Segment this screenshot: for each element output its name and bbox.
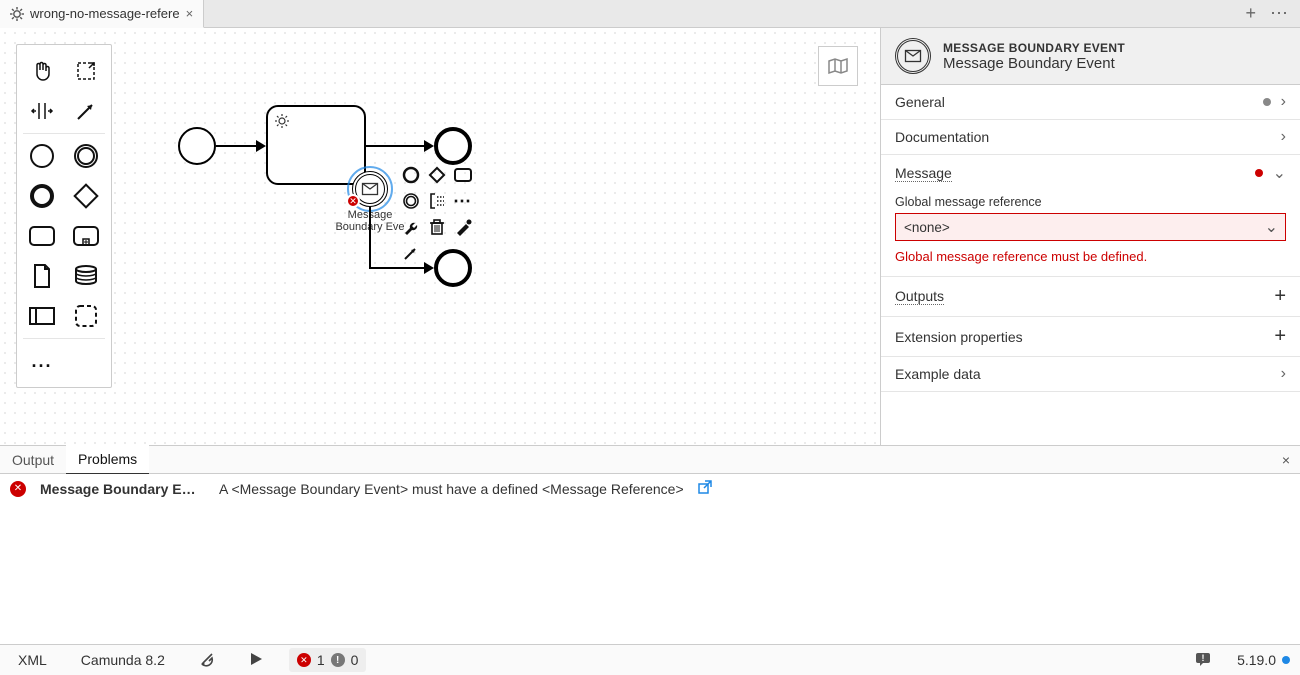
message-reference-select[interactable]: <none> bbox=[895, 213, 1286, 241]
plus-icon[interactable]: + bbox=[1274, 325, 1286, 348]
replace-icon[interactable]: ⋯ bbox=[452, 190, 474, 212]
chevron-right-icon: › bbox=[1281, 93, 1286, 111]
service-task-node[interactable] bbox=[266, 105, 366, 185]
element-name-label: Message Boundary Event bbox=[943, 55, 1125, 72]
warning-icon: ! bbox=[331, 653, 345, 667]
run-button[interactable] bbox=[241, 648, 271, 673]
status-bar: XML Camunda 8.2 ✕ 1 ! 0 ! 5.19.0 bbox=[0, 644, 1300, 675]
plus-icon[interactable]: + bbox=[1274, 285, 1286, 308]
gear-icon bbox=[274, 113, 290, 129]
append-intermediate-icon[interactable] bbox=[400, 190, 422, 212]
tab-more-button[interactable]: ⋯ bbox=[1270, 3, 1288, 24]
section-message-header[interactable]: Message ⌄ bbox=[881, 155, 1300, 191]
file-tab[interactable]: wrong-no-message-refere × bbox=[0, 0, 204, 28]
color-icon[interactable] bbox=[452, 216, 474, 238]
subprocess-icon[interactable] bbox=[71, 221, 101, 251]
gear-icon bbox=[10, 7, 24, 21]
envelope-icon bbox=[362, 183, 378, 195]
sequence-flow[interactable] bbox=[366, 145, 426, 147]
section-outputs[interactable]: Outputs + bbox=[881, 277, 1300, 317]
chevron-right-icon: › bbox=[1281, 365, 1286, 383]
update-dot-icon bbox=[1282, 656, 1290, 664]
sequence-flow[interactable] bbox=[369, 207, 371, 269]
sequence-flow[interactable] bbox=[216, 145, 258, 147]
deploy-button[interactable] bbox=[191, 647, 223, 674]
element-type-icon bbox=[895, 38, 931, 74]
error-badge-icon bbox=[346, 194, 360, 208]
start-event-node[interactable] bbox=[178, 127, 216, 165]
problems-list: Message Boundary E… A <Message Boundary … bbox=[0, 474, 1300, 644]
connect-icon[interactable] bbox=[400, 242, 422, 264]
warning-count: 0 bbox=[351, 652, 359, 668]
external-link-icon[interactable] bbox=[698, 480, 712, 497]
space-tool-icon[interactable] bbox=[27, 96, 57, 126]
tab-problems[interactable]: Problems bbox=[66, 445, 149, 475]
data-object-icon[interactable] bbox=[27, 261, 57, 291]
tab-bar: wrong-no-message-refere × + ⋯ bbox=[0, 0, 1300, 28]
version-label[interactable]: 5.19.0 bbox=[1237, 652, 1290, 668]
group-icon[interactable] bbox=[71, 301, 101, 331]
append-task-icon[interactable] bbox=[452, 164, 474, 186]
indicator-dot-icon bbox=[1263, 98, 1271, 106]
close-icon[interactable]: × bbox=[1272, 452, 1300, 468]
section-example[interactable]: Example data › bbox=[881, 357, 1300, 392]
lasso-tool-icon[interactable] bbox=[71, 56, 101, 86]
sequence-flow[interactable] bbox=[369, 267, 426, 269]
chevron-down-icon: ⌄ bbox=[1273, 163, 1286, 183]
trash-icon[interactable] bbox=[426, 216, 448, 238]
file-tab-title: wrong-no-message-refere bbox=[30, 6, 180, 21]
error-dot-icon bbox=[1255, 169, 1263, 177]
tab-output[interactable]: Output bbox=[0, 446, 66, 474]
error-count: 1 bbox=[317, 652, 325, 668]
error-icon: ✕ bbox=[297, 653, 311, 667]
element-type-label: MESSAGE BOUNDARY EVENT bbox=[943, 41, 1125, 55]
properties-panel: MESSAGE BOUNDARY EVENT Message Boundary … bbox=[880, 28, 1300, 445]
validation-status[interactable]: ✕ 1 ! 0 bbox=[289, 648, 367, 672]
context-pad: ⋯ bbox=[400, 164, 474, 264]
gateway-icon[interactable] bbox=[71, 181, 101, 211]
end-event-node[interactable] bbox=[434, 127, 472, 165]
pool-icon[interactable] bbox=[27, 301, 57, 331]
end-event-icon[interactable] bbox=[27, 181, 57, 211]
close-icon[interactable]: × bbox=[186, 6, 194, 21]
engine-label[interactable]: Camunda 8.2 bbox=[73, 648, 173, 672]
section-message: Message ⌄ Global message reference <none… bbox=[881, 155, 1300, 277]
append-end-event-icon[interactable] bbox=[400, 164, 422, 186]
section-documentation[interactable]: Documentation › bbox=[881, 120, 1300, 155]
more-tools-icon[interactable]: ... bbox=[27, 346, 57, 376]
wrench-icon[interactable] bbox=[400, 216, 422, 238]
problem-location: Message Boundary E… bbox=[40, 481, 205, 497]
element-palette: ... bbox=[16, 44, 112, 388]
bottom-panel: Output Problems × Message Boundary E… A … bbox=[0, 445, 1300, 644]
error-icon bbox=[10, 481, 26, 497]
envelope-icon bbox=[905, 50, 921, 62]
diagram-canvas[interactable]: ... MessageBoundary Eve bbox=[0, 28, 880, 445]
section-general[interactable]: General › bbox=[881, 85, 1300, 120]
problem-row[interactable]: Message Boundary E… A <Message Boundary … bbox=[0, 474, 1300, 503]
properties-header: MESSAGE BOUNDARY EVENT Message Boundary … bbox=[881, 28, 1300, 85]
data-store-icon[interactable] bbox=[71, 261, 101, 291]
feedback-button[interactable]: ! bbox=[1187, 647, 1219, 674]
new-tab-button[interactable]: + bbox=[1245, 3, 1256, 24]
problem-message: A <Message Boundary Event> must have a d… bbox=[219, 481, 684, 497]
annotation-icon[interactable] bbox=[426, 190, 448, 212]
append-gateway-icon[interactable] bbox=[426, 164, 448, 186]
field-label: Global message reference bbox=[895, 195, 1286, 209]
connect-tool-icon[interactable] bbox=[71, 96, 101, 126]
hand-tool-icon[interactable] bbox=[27, 56, 57, 86]
chevron-right-icon: › bbox=[1281, 128, 1286, 146]
intermediate-event-icon[interactable] bbox=[71, 141, 101, 171]
xml-toggle[interactable]: XML bbox=[10, 648, 55, 672]
task-icon[interactable] bbox=[27, 221, 57, 251]
minimap-toggle[interactable] bbox=[818, 46, 858, 86]
field-error: Global message reference must be defined… bbox=[895, 249, 1286, 264]
start-event-icon[interactable] bbox=[27, 141, 57, 171]
bottom-tabs: Output Problems × bbox=[0, 446, 1300, 474]
svg-text:!: ! bbox=[1202, 653, 1205, 663]
section-extension[interactable]: Extension properties + bbox=[881, 317, 1300, 357]
